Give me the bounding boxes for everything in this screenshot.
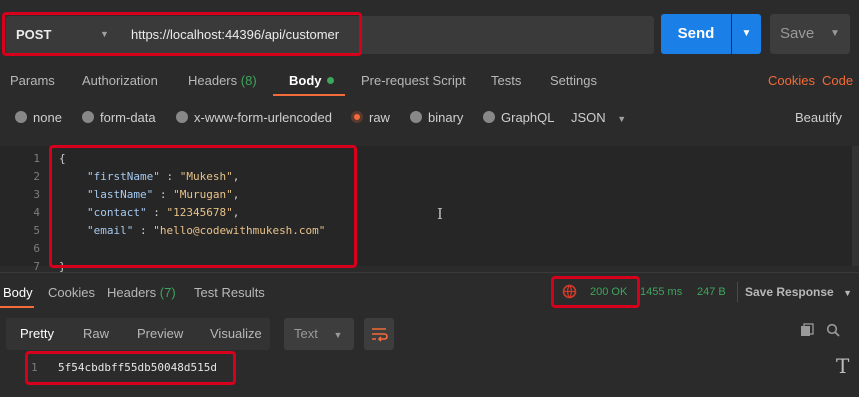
send-button[interactable]: Send — [661, 14, 731, 54]
response-format-label: Text — [294, 326, 318, 341]
response-headers-count: (7) — [159, 285, 176, 300]
radio-none-label: none — [33, 110, 62, 125]
tab-headers[interactable]: Headers (8) — [188, 73, 257, 88]
tab-prerequest-script[interactable]: Pre-request Script — [361, 73, 466, 88]
save-response-button[interactable]: Save Response ▼ — [745, 285, 852, 299]
response-time[interactable]: 1455 ms — [640, 286, 682, 298]
line-number: 5 — [33, 224, 40, 237]
wrap-lines-button[interactable] — [364, 318, 394, 350]
send-options-icon[interactable]: ▼ — [732, 14, 761, 54]
response-format-dropdown[interactable]: Text ▼ — [284, 318, 354, 350]
active-tab-underline — [273, 94, 345, 96]
view-tab-preview[interactable]: Preview — [137, 326, 183, 341]
radio-none[interactable] — [15, 111, 27, 123]
view-tab-pretty[interactable]: Pretty — [20, 326, 54, 341]
headers-count: (8) — [240, 73, 257, 88]
line-number: 4 — [33, 206, 40, 219]
line-number: 2 — [33, 170, 40, 183]
scroll-cursor-icon: T — [836, 354, 850, 378]
radio-graphql-label: GraphQL — [501, 110, 555, 125]
tab-settings[interactable]: Settings — [550, 73, 597, 88]
status-separator — [737, 282, 738, 302]
response-highlight — [25, 351, 236, 385]
tab-params[interactable]: Params — [10, 73, 55, 88]
save-response-label: Save Response — [745, 285, 834, 299]
body-indicator-dot — [326, 77, 334, 84]
cookies-link[interactable]: Cookies — [768, 73, 815, 88]
editor-scrollbar[interactable] — [852, 146, 859, 266]
beautify-link[interactable]: Beautify — [795, 110, 842, 125]
radio-urlencoded[interactable] — [176, 111, 188, 123]
response-tab-headers-label: Headers — [107, 285, 157, 300]
format-caret-icon: ▼ — [617, 114, 627, 124]
tab-authorization[interactable]: Authorization — [82, 73, 158, 88]
response-tab-headers[interactable]: Headers (7) — [107, 285, 176, 300]
method-url-highlight — [2, 12, 362, 56]
view-tab-visualize[interactable]: Visualize — [210, 326, 262, 341]
save-response-caret-icon: ▼ — [843, 288, 852, 298]
response-tab-cookies[interactable]: Cookies — [48, 285, 95, 300]
response-tab-test-results[interactable]: Test Results — [194, 285, 265, 300]
response-tab-body[interactable]: Body — [3, 285, 33, 300]
tab-tests[interactable]: Tests — [491, 73, 521, 88]
line-number: 1 — [33, 152, 40, 165]
text-cursor-icon: I — [437, 205, 443, 223]
search-icon[interactable] — [826, 323, 840, 342]
save-button[interactable]: Save — [770, 14, 830, 54]
tab-headers-label: Headers — [188, 73, 238, 88]
editor-gutter: 1 2 3 4 5 6 7 — [0, 152, 40, 278]
tab-body-label: Body — [289, 73, 322, 88]
view-tab-raw[interactable]: Raw — [83, 326, 109, 341]
format-label: JSON — [571, 110, 606, 125]
radio-binary-label: binary — [428, 110, 464, 125]
line-number: 3 — [33, 188, 40, 201]
panel-divider[interactable] — [0, 272, 859, 273]
code-link[interactable]: Code — [822, 73, 853, 88]
wrap-lines-icon — [372, 328, 388, 342]
radio-graphql[interactable] — [483, 111, 495, 123]
save-options-icon[interactable]: ▼ — [830, 14, 850, 54]
status-highlight — [551, 276, 640, 308]
radio-form-data-label: form-data — [100, 110, 156, 125]
copy-icon[interactable] — [800, 323, 814, 342]
radio-form-data[interactable] — [82, 111, 94, 123]
tab-body[interactable]: Body — [289, 73, 334, 88]
response-size[interactable]: 247 B — [697, 286, 726, 298]
body-highlight — [49, 145, 357, 268]
line-number: 7 — [33, 260, 40, 273]
radio-binary[interactable] — [410, 111, 422, 123]
radio-raw-label: raw — [369, 110, 390, 125]
format-dropdown[interactable]: JSON ▼ — [571, 110, 626, 125]
radio-urlencoded-label: x-www-form-urlencoded — [194, 110, 332, 125]
response-format-caret-icon: ▼ — [333, 330, 343, 340]
radio-raw[interactable] — [351, 111, 363, 123]
response-tab-underline — [0, 306, 34, 308]
line-number: 6 — [33, 242, 40, 255]
